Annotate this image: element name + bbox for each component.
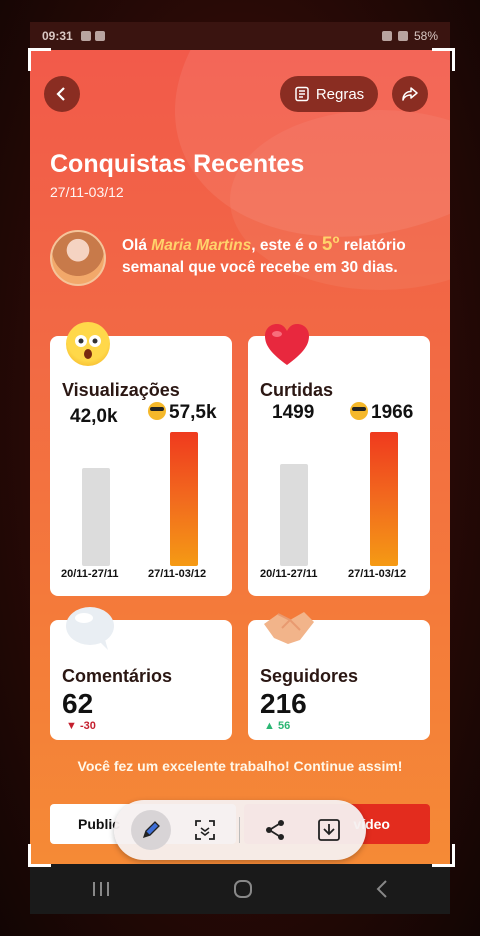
comments-title: Comentários (62, 666, 173, 686)
scan-icon (195, 820, 216, 840)
download-button[interactable] (309, 810, 349, 850)
views-current-period: 27/11-03/12 (148, 568, 207, 580)
likes-previous-period: 20/11-27/11 (260, 568, 318, 580)
signal-icon (381, 31, 392, 41)
likes-current-bar (370, 432, 398, 566)
likes-previous-bar (280, 464, 308, 566)
views-previous-period: 20/11-27/11 (61, 568, 119, 580)
status-bar: 09:31 58% (30, 22, 450, 50)
crop-handle[interactable] (432, 844, 455, 867)
rules-button[interactable]: Regras (280, 76, 378, 112)
user-name: Maria Martins (151, 237, 252, 254)
followers-value: 216 (260, 688, 307, 719)
share-screenshot-button[interactable] (255, 810, 295, 850)
views-previous-bar (82, 468, 110, 566)
system-navigation-bar (30, 864, 450, 914)
rules-label: Regras (315, 85, 365, 103)
weekly-report: Regras Conquistas Recentes 27/11-03/12 O… (30, 50, 450, 864)
heart-icon (262, 320, 312, 370)
followers-card[interactable]: Seguidores 216 ▲ 56 (248, 612, 430, 740)
share-button[interactable] (392, 76, 428, 112)
share-arrow-icon (402, 87, 418, 101)
likes-current-value: 1966 (350, 402, 413, 424)
views-current-bar (170, 432, 198, 566)
pen-icon (143, 821, 161, 839)
views-title: Visualizações (62, 380, 180, 400)
screenshot-toolbar (114, 800, 366, 860)
recent-apps-icon[interactable] (90, 880, 112, 898)
phone-screen: 09:31 58% Regras Conquistas Recentes 27/… (30, 22, 450, 914)
chevron-left-icon (56, 87, 65, 101)
back-nav-icon[interactable] (374, 878, 390, 900)
page-title: Conquistas Recentes (50, 150, 305, 178)
likes-card[interactable]: Curtidas 1499 1966 20/11-27/11 27/11-03/… (248, 324, 430, 596)
praise-message: Você fez um excelente trabalho! Continue… (77, 758, 403, 774)
handshake-icon (260, 606, 316, 650)
notification-icon (94, 31, 105, 41)
comments-delta: ▼ -30 (66, 720, 96, 732)
crop-handle[interactable] (28, 48, 51, 71)
followers-delta: ▲ 56 (264, 720, 291, 732)
scan-button[interactable] (185, 810, 225, 850)
download-icon (317, 819, 340, 841)
likes-current-period: 27/11-03/12 (348, 568, 407, 580)
arrow-down-icon: ▼ (66, 720, 77, 732)
views-card[interactable]: Visualizações 42,0k 57,5k 20/11-27/11 27… (50, 322, 232, 596)
status-time: 09:31 (42, 29, 73, 43)
greeting-text: Olá Maria Martins, este é o 5º relatório… (122, 234, 406, 276)
comments-value: 62 (62, 688, 94, 719)
crop-handle[interactable] (432, 48, 455, 71)
followers-title: Seguidores (260, 666, 359, 686)
arrow-up-icon: ▲ (264, 720, 275, 732)
home-icon[interactable] (232, 878, 254, 900)
cool-face-icon (350, 402, 368, 420)
avatar (50, 230, 106, 286)
cool-face-icon (148, 402, 166, 420)
comments-card[interactable]: Comentários 62 ▼ -30 (50, 607, 232, 740)
crop-handle[interactable] (28, 844, 51, 867)
speech-bubble-icon (64, 604, 116, 652)
likes-title: Curtidas (260, 380, 334, 400)
document-icon (295, 86, 309, 102)
likes-previous-value: 1499 (272, 402, 315, 423)
notification-icon (80, 31, 91, 41)
pen-button[interactable] (131, 810, 172, 850)
views-current-value: 57,5k (148, 402, 217, 424)
surprised-face-icon (66, 322, 110, 366)
battery-level: 58% (413, 29, 438, 43)
report-number: 5º (321, 234, 340, 255)
back-button[interactable] (44, 76, 80, 112)
date-range: 27/11-03/12 (50, 184, 124, 200)
share-icon (265, 820, 284, 840)
views-previous-value: 42,0k (70, 406, 118, 427)
wifi-icon (397, 31, 408, 41)
